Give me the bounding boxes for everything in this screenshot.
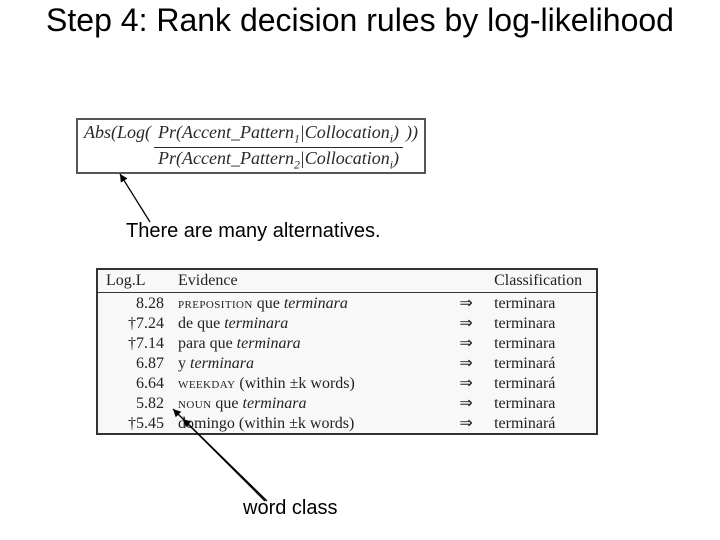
evidence-italic: terminara xyxy=(237,335,301,352)
cell-arrow: ⇒ xyxy=(446,313,486,333)
evidence-italic: terminara xyxy=(224,315,288,332)
evidence-text: para que xyxy=(178,335,237,352)
cell-evidence: weekday (within ±k words) xyxy=(170,373,446,393)
formula-suffix: )) xyxy=(406,122,418,142)
cell-classification: terminará xyxy=(486,373,596,393)
cell-logl: 8.28 xyxy=(98,293,170,314)
evidence-text: de que xyxy=(178,315,224,332)
cell-evidence: preposition que terminara xyxy=(170,293,446,314)
col-classification: Classification xyxy=(486,270,596,293)
formula-num-right: ) xyxy=(393,122,399,142)
cell-logl: 6.64 xyxy=(98,373,170,393)
formula-den-mid: |Collocation xyxy=(300,148,390,168)
evidence-italic: terminara xyxy=(284,295,348,312)
cell-arrow: ⇒ xyxy=(446,333,486,353)
evidence-text: (within ±k words) xyxy=(235,375,354,392)
cell-classification: terminará xyxy=(486,413,596,433)
col-arrow xyxy=(446,270,486,293)
cell-classification: terminara xyxy=(486,393,596,413)
cell-evidence: de que terminara xyxy=(170,313,446,333)
cell-arrow: ⇒ xyxy=(446,393,486,413)
cell-classification: terminara xyxy=(486,313,596,333)
formula-prefix: Abs(Log( xyxy=(84,122,151,142)
col-evidence: Evidence xyxy=(170,270,446,293)
slide: Step 4: Rank decision rules by log-likel… xyxy=(0,0,720,540)
cell-logl: 5.82 xyxy=(98,393,170,413)
cell-logl: †7.24 xyxy=(98,313,170,333)
cell-logl: 6.87 xyxy=(98,353,170,373)
evidence-text: que xyxy=(253,295,284,312)
cell-classification: terminara xyxy=(486,293,596,314)
cell-logl: †5.45 xyxy=(98,413,170,433)
cell-arrow: ⇒ xyxy=(446,373,486,393)
cell-evidence: para que terminara xyxy=(170,333,446,353)
table-header-row: Log.L Evidence Classification xyxy=(98,270,596,293)
formula-den-right: ) xyxy=(393,148,399,168)
caption-alternatives: There are many alternatives. xyxy=(126,220,381,243)
cell-arrow: ⇒ xyxy=(446,293,486,314)
cell-classification: terminara xyxy=(486,333,596,353)
cell-arrow: ⇒ xyxy=(446,353,486,373)
evidence-smallcaps: preposition xyxy=(178,295,253,312)
table-row: †7.14para que terminara⇒terminara xyxy=(98,333,596,353)
table-row: 6.87y terminara⇒terminará xyxy=(98,353,596,373)
cell-arrow: ⇒ xyxy=(446,413,486,433)
evidence-text: y xyxy=(178,355,190,372)
caption-word-class: word class xyxy=(243,497,337,520)
cell-classification: terminará xyxy=(486,353,596,373)
table-row: †7.24de que terminara⇒terminara xyxy=(98,313,596,333)
formula-num-mid: |Collocation xyxy=(300,122,390,142)
slide-title: Step 4: Rank decision rules by log-likel… xyxy=(20,2,700,39)
formula-fraction: Pr(Accent_Pattern1|Collocationi)Pr(Accen… xyxy=(154,123,403,172)
table-row: 8.28preposition que terminara⇒terminara xyxy=(98,293,596,314)
table-row: 6.64weekday (within ±k words)⇒terminará xyxy=(98,373,596,393)
log-likelihood-formula: Abs(Log(Pr(Accent_Pattern1|Collocationi)… xyxy=(76,118,572,174)
cell-logl: †7.14 xyxy=(98,333,170,353)
evidence-italic: terminara xyxy=(190,355,254,372)
arrow-to-formula xyxy=(110,170,190,225)
col-logl: Log.L xyxy=(98,270,170,293)
evidence-smallcaps: weekday xyxy=(178,375,235,392)
cell-evidence: y terminara xyxy=(170,353,446,373)
formula-den-left: Pr(Accent_Pattern xyxy=(158,148,294,168)
formula-num-left: Pr(Accent_Pattern xyxy=(158,122,294,142)
